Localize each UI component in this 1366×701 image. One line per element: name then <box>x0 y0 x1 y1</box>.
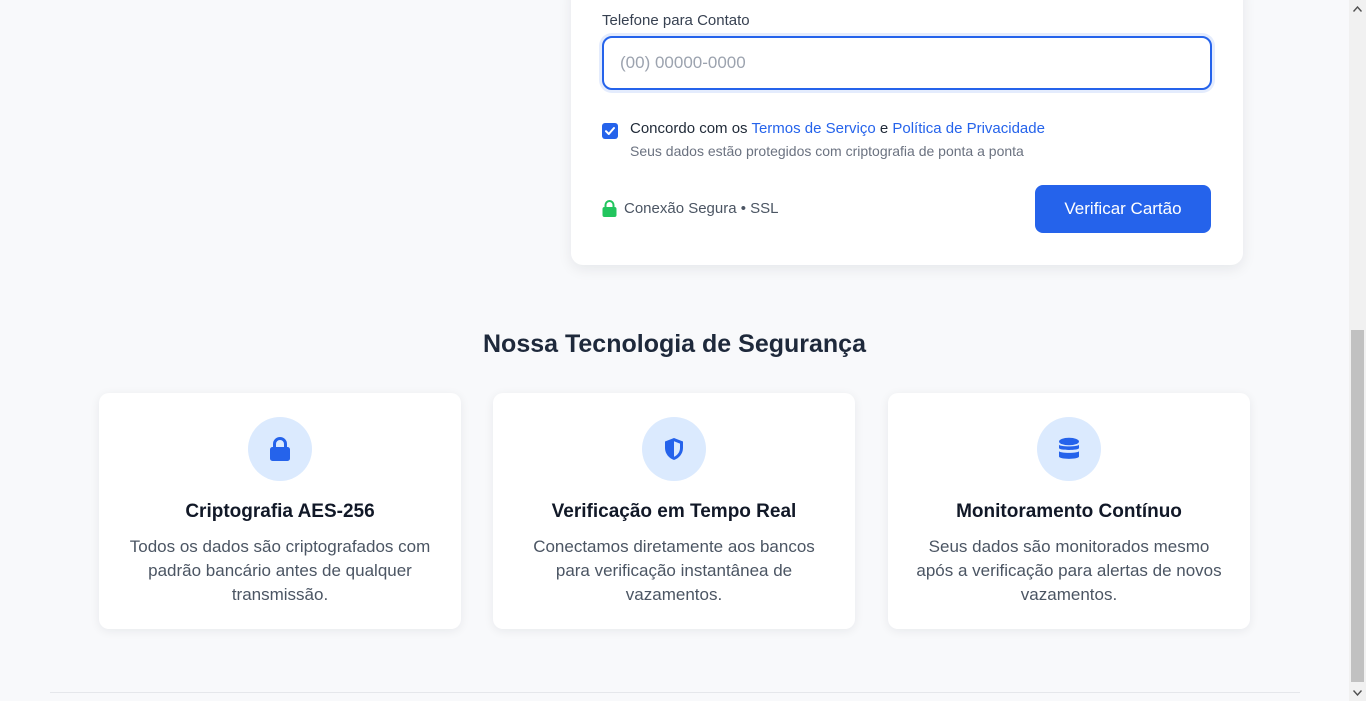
verify-card-button[interactable]: Verificar Cartão <box>1035 185 1211 233</box>
consent-prefix: Concordo com os <box>630 120 748 137</box>
footer-divider <box>50 692 1300 693</box>
feature-icon-wrap <box>642 417 706 481</box>
privacy-link[interactable]: Política de Privacidade <box>892 120 1045 137</box>
consent-note: Seus dados estão protegidos com criptogr… <box>630 143 1024 159</box>
feature-description: Conectamos diretamente aos bancos para v… <box>533 537 815 604</box>
feature-card: Criptografia AES-256 Todos os dados são … <box>99 393 461 629</box>
consent-checkbox[interactable] <box>602 123 618 139</box>
verification-form-card: Telefone para Contato Concordo com os Te… <box>571 0 1243 265</box>
scrollbar-thumb[interactable] <box>1351 330 1364 682</box>
feature-title: Criptografia AES-256 <box>185 501 375 522</box>
lock-icon <box>270 437 290 461</box>
feature-card: Verificação em Tempo Real Conectamos dir… <box>493 393 855 629</box>
phone-label: Telefone para Contato <box>602 12 750 29</box>
secure-connection: Conexão Segura • SSL <box>602 200 779 217</box>
scroll-up-arrow-icon[interactable] <box>1349 0 1366 17</box>
lock-icon <box>602 200 617 217</box>
feature-description: Todos os dados são criptografados com pa… <box>129 537 431 604</box>
feature-icon-wrap <box>1037 417 1101 481</box>
feature-title: Monitoramento Contínuo <box>956 501 1182 522</box>
consent-text: Concordo com os Termos de Serviço e Polí… <box>630 120 1045 137</box>
consent-and: e <box>879 120 889 137</box>
section-title: Nossa Tecnologia de Segurança <box>483 330 866 358</box>
secure-label: Conexão Segura • SSL <box>624 200 779 217</box>
feature-icon-wrap <box>248 417 312 481</box>
feature-title: Verificação em Tempo Real <box>551 501 797 522</box>
page: Telefone para Contato Concordo com os Te… <box>0 0 1349 701</box>
feature-card: Monitoramento Contínuo Seus dados são mo… <box>888 393 1250 629</box>
database-icon <box>1059 437 1079 459</box>
scroll-down-arrow-icon[interactable] <box>1349 684 1366 701</box>
shield-icon <box>665 438 683 460</box>
phone-input[interactable] <box>602 36 1212 90</box>
scrollbar[interactable] <box>1349 0 1366 701</box>
feature-description: Seus dados são monitorados mesmo após a … <box>916 537 1222 604</box>
terms-link[interactable]: Termos de Serviço <box>751 120 875 137</box>
check-icon <box>605 127 615 135</box>
